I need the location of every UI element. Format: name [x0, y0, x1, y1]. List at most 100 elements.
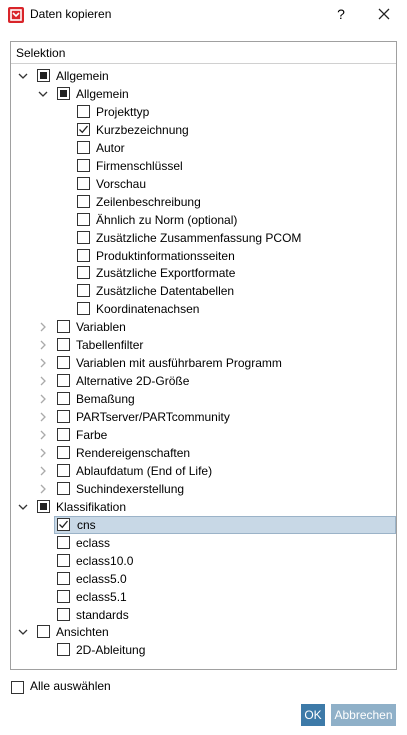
tree-row[interactable]: Autor [11, 139, 396, 157]
tree-checkbox[interactable] [57, 445, 70, 459]
tree-checkbox[interactable] [57, 535, 70, 549]
tree-row[interactable]: eclass5.0 [11, 570, 396, 588]
tree-row[interactable]: 2D-Ableitung [11, 641, 396, 659]
tree-checkbox[interactable] [37, 499, 50, 513]
tree-checkbox[interactable] [57, 589, 70, 603]
tree-item-label: Zusätzliche Exportformate [96, 266, 236, 281]
tree-row[interactable]: cns [54, 515, 396, 534]
tree-row[interactable]: Firmenschlüssel [11, 157, 396, 175]
chevron-right-icon[interactable] [37, 375, 49, 387]
chevron-right-icon[interactable] [37, 483, 49, 495]
tree-item-label: Allgemein [76, 86, 129, 101]
tree-row[interactable]: Zeilenbeschreibung [11, 193, 396, 211]
tree-row[interactable]: Alternative 2D-Größe [11, 372, 396, 390]
tree-row[interactable]: Kurzbezeichnung [11, 121, 396, 139]
tree-checkbox[interactable] [57, 463, 70, 477]
tree-item-label: Variablen [76, 320, 126, 335]
tree-item-label: Firmenschlüssel [96, 158, 183, 173]
tree-row[interactable]: Ablaufdatum (End of Life) [11, 462, 396, 480]
chevron-right-icon[interactable] [37, 447, 49, 459]
tree-checkbox[interactable] [57, 392, 70, 406]
tree-checkbox[interactable] [37, 625, 50, 639]
tree-row[interactable]: Allgemein [11, 85, 396, 103]
tree-checkbox[interactable] [77, 158, 90, 172]
tree-checkbox[interactable] [57, 356, 70, 370]
tree-checkbox[interactable] [57, 517, 70, 531]
chevron-right-icon[interactable] [37, 357, 49, 369]
tree-row[interactable]: Zusätzliche Datentabellen [11, 282, 396, 300]
tree-row[interactable]: eclass10.0 [11, 552, 396, 570]
tree-row[interactable]: eclass5.1 [11, 588, 396, 606]
tree-checkbox[interactable] [77, 140, 90, 154]
help-button[interactable]: ? [333, 4, 349, 24]
tree-row[interactable]: Klassifikation [11, 498, 396, 516]
tree-header: Selektion [11, 42, 396, 64]
tree-row[interactable]: PARTserver/PARTcommunity [11, 408, 396, 426]
tree-item-label: Rendereigenschaften [76, 445, 191, 460]
chevron-right-icon[interactable] [37, 465, 49, 477]
tree-checkbox[interactable] [77, 212, 90, 226]
tree-item-label: Produktinformationsseiten [96, 248, 235, 263]
chevron-right-icon[interactable] [37, 393, 49, 405]
tree-checkbox[interactable] [57, 643, 70, 657]
cancel-button[interactable]: Abbrechen [331, 704, 396, 726]
tree-row[interactable]: Bemaßung [11, 390, 396, 408]
close-icon[interactable] [375, 5, 393, 23]
tree-row[interactable]: Tabellenfilter [11, 336, 396, 354]
tree-row[interactable]: Projekttyp [11, 103, 396, 121]
tree-checkbox[interactable] [57, 607, 70, 621]
tree-row[interactable]: Ähnlich zu Norm (optional) [11, 211, 396, 229]
select-all-label[interactable]: Alle auswählen [30, 679, 111, 693]
tree-checkbox[interactable] [77, 230, 90, 244]
tree-checkbox[interactable] [57, 410, 70, 424]
tree-item-label: Tabellenfilter [76, 338, 144, 353]
tree-item-label: Ansichten [56, 625, 109, 640]
tree-row[interactable]: Rendereigenschaften [11, 444, 396, 462]
tree-checkbox[interactable] [57, 338, 70, 352]
tree-checkbox[interactable] [57, 571, 70, 585]
tree-row[interactable]: Variablen [11, 318, 396, 336]
tree-checkbox[interactable] [77, 248, 90, 262]
tree-checkbox[interactable] [77, 104, 90, 118]
tree-row[interactable]: Allgemein [11, 67, 396, 85]
tree-checkbox[interactable] [77, 302, 90, 316]
chevron-down-icon[interactable] [17, 70, 29, 82]
tree-checkbox[interactable] [37, 69, 50, 82]
tree-checkbox[interactable] [57, 86, 70, 100]
tree-row[interactable]: Suchindexerstellung [11, 480, 396, 498]
tree-row[interactable]: Koordinatenachsen [11, 300, 396, 318]
tree-row[interactable]: Ansichten [11, 623, 396, 641]
chevron-down-icon[interactable] [17, 501, 29, 513]
tree-row[interactable]: standards [11, 606, 396, 624]
ok-button[interactable]: OK [301, 704, 325, 726]
tree-row[interactable]: Variablen mit ausführbarem Programm [11, 354, 396, 372]
tree-checkbox[interactable] [57, 374, 70, 388]
tree-checkbox[interactable] [57, 320, 70, 334]
tree-item-label: eclass5.0 [76, 571, 127, 586]
chevron-right-icon[interactable] [37, 339, 49, 351]
chevron-right-icon[interactable] [37, 411, 49, 423]
tree-row[interactable]: Zusätzliche Zusammenfassung PCOM [11, 229, 396, 247]
selection-tree-panel[interactable]: Selektion Allgemein Allgemein Projekttyp Ku… [10, 41, 397, 670]
tree-item-label: cns [77, 517, 96, 532]
chevron-right-icon[interactable] [37, 429, 49, 441]
tree-checkbox[interactable] [77, 284, 90, 298]
tree-row[interactable]: Zusätzliche Exportformate [11, 264, 396, 282]
tree-checkbox[interactable] [77, 176, 90, 190]
tree-item-label: Allgemein [56, 69, 109, 83]
tree-item-label: Kurzbezeichnung [96, 122, 189, 137]
select-all-checkbox[interactable] [11, 681, 24, 694]
tree-checkbox[interactable] [57, 481, 70, 495]
tree-row[interactable]: eclass [11, 534, 396, 552]
chevron-down-icon[interactable] [17, 626, 29, 638]
chevron-down-icon[interactable] [37, 88, 49, 100]
tree-checkbox[interactable] [57, 553, 70, 567]
chevron-right-icon[interactable] [37, 321, 49, 333]
tree-row[interactable]: Vorschau [11, 175, 396, 193]
tree-checkbox[interactable] [77, 194, 90, 208]
tree-row[interactable]: Farbe [11, 426, 396, 444]
tree-checkbox[interactable] [77, 122, 90, 136]
tree-row[interactable]: Produktinformationsseiten [11, 247, 396, 265]
tree-checkbox[interactable] [77, 266, 90, 280]
tree-checkbox[interactable] [57, 428, 70, 441]
